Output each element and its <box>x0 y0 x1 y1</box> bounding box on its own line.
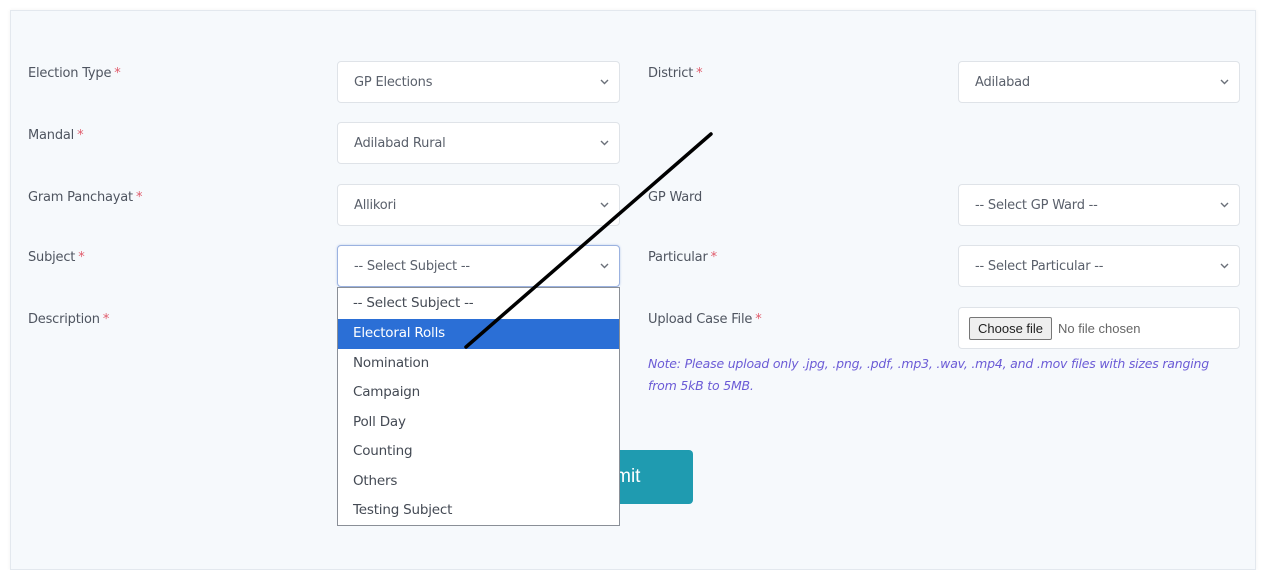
district-label: District * <box>648 66 703 81</box>
gp-ward-select[interactable]: -- Select GP Ward -- <box>958 184 1240 226</box>
gram-panchayat-label: Gram Panchayat * <box>28 190 143 205</box>
chevron-down-icon <box>599 138 609 148</box>
chevron-down-icon <box>599 261 609 271</box>
gp-ward-label: GP Ward <box>648 190 703 205</box>
chevron-down-icon <box>1219 200 1229 210</box>
subject-dropdown-list: -- Select Subject -- Electoral Rolls Nom… <box>337 287 620 526</box>
chevron-down-icon <box>1219 261 1229 271</box>
district-select[interactable]: Adilabad <box>958 61 1240 103</box>
subject-option[interactable]: -- Select Subject -- <box>338 288 619 319</box>
upload-case-file-input[interactable]: Choose file No file chosen <box>958 307 1240 349</box>
upload-note: Note: Please upload only .jpg, .png, .pd… <box>648 356 1209 393</box>
subject-option-nomination[interactable]: Nomination <box>338 349 619 379</box>
description-label: Description * <box>28 312 110 327</box>
subject-option-testing-subject[interactable]: Testing Subject <box>338 496 619 526</box>
chevron-down-icon <box>599 77 609 87</box>
election-type-label: Election Type * <box>28 66 121 81</box>
subject-option-others[interactable]: Others <box>338 467 619 497</box>
subject-option-campaign[interactable]: Campaign <box>338 378 619 408</box>
upload-case-file-label: Upload Case File * <box>648 312 762 327</box>
subject-select[interactable]: -- Select Subject -- <box>337 245 620 287</box>
mandal-select[interactable]: Adilabad Rural <box>337 122 620 164</box>
choose-file-button[interactable]: Choose file <box>969 316 1053 340</box>
file-status-text: No file chosen <box>1058 320 1141 336</box>
chevron-down-icon <box>1219 77 1229 87</box>
subject-option-electoral-rolls[interactable]: Electoral Rolls <box>338 319 619 349</box>
mandal-label: Mandal * <box>28 128 84 143</box>
chevron-down-icon <box>599 200 609 210</box>
gram-panchayat-select[interactable]: Allikori <box>337 184 620 226</box>
election-type-select[interactable]: GP Elections <box>337 61 620 103</box>
subject-option-counting[interactable]: Counting <box>338 437 619 467</box>
particular-label: Particular * <box>648 250 717 265</box>
subject-label: Subject * <box>28 250 85 265</box>
particular-select[interactable]: -- Select Particular -- <box>958 245 1240 287</box>
subject-option-poll-day[interactable]: Poll Day <box>338 408 619 438</box>
